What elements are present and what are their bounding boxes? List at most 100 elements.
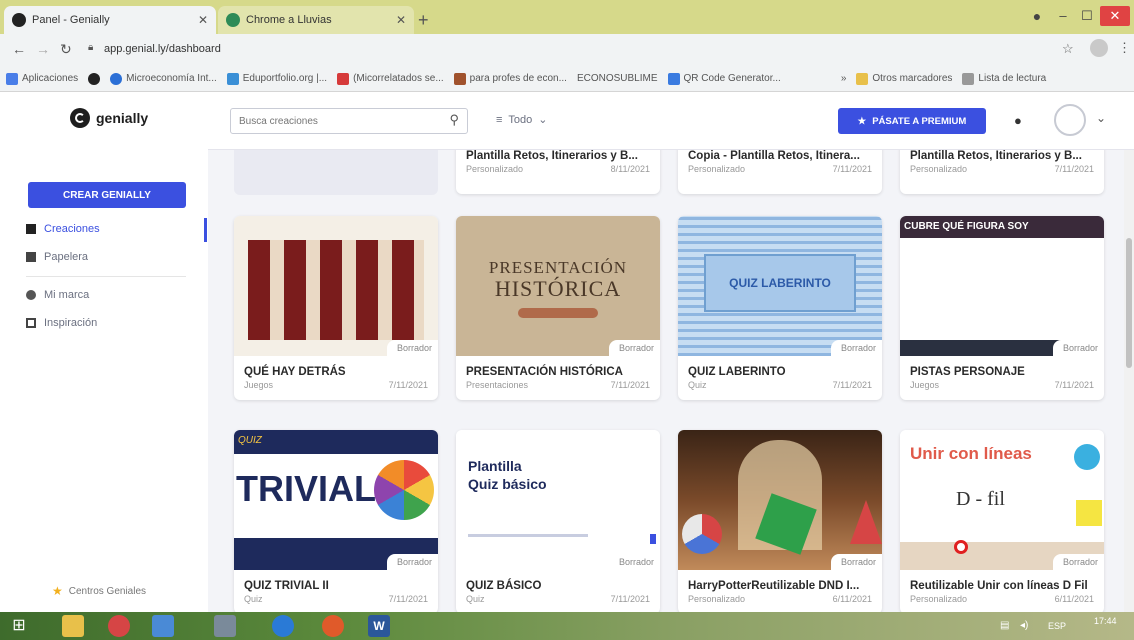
search-icon[interactable]: ⚲: [449, 112, 459, 128]
volume-icon[interactable]: ◂): [1020, 620, 1028, 631]
status-badge: Borrador: [830, 554, 882, 570]
creation-card[interactable]: Plantilla Quiz básico Borrador QUIZ BÁSI…: [456, 430, 660, 612]
card-date: 7/11/2021: [832, 380, 872, 390]
bookmark-folder[interactable]: Otros marcadores: [856, 72, 952, 85]
tab-second[interactable]: Chrome a Lluvias ✕: [218, 6, 414, 34]
bookmark-item[interactable]: »: [841, 73, 847, 84]
word-icon[interactable]: W: [368, 615, 390, 637]
card-meta: Personalizado 6/11/2021: [900, 594, 1104, 612]
bookmark-item[interactable]: para profes de econ...: [453, 72, 567, 85]
language-indicator[interactable]: ESP: [1048, 621, 1066, 631]
file-explorer-icon[interactable]: [62, 615, 84, 637]
creation-card[interactable]: Borrador HarryPotterReutilizable DND I..…: [678, 430, 882, 612]
card-date: 6/11/2021: [832, 594, 872, 604]
tab-genially[interactable]: Panel - Genially ✕: [4, 6, 216, 34]
logo[interactable]: genially: [70, 108, 148, 128]
close-icon[interactable]: ✕: [396, 13, 406, 27]
chrome-icon[interactable]: [108, 615, 130, 637]
bookmark-item[interactable]: Eduportfolio.org |...: [226, 72, 327, 85]
card-type: Personalizado: [688, 594, 746, 604]
card-thumbnail: QUIZ LABERINTO Borrador: [678, 216, 882, 356]
record-icon[interactable]: ●: [1030, 6, 1044, 26]
creation-card[interactable]: Plantilla Retos, Itinerarios y B... Pers…: [900, 150, 1104, 194]
create-genially-button[interactable]: CREAR GENIALLY: [28, 182, 186, 208]
sidebar: genially CREAR GENIALLY Creaciones Papel…: [0, 92, 208, 612]
thumbnail-graphic: D - fil: [956, 488, 1005, 510]
filter-dropdown[interactable]: ≡ Todo ⌄: [496, 113, 548, 127]
back-icon[interactable]: ←: [12, 41, 26, 57]
star-icon[interactable]: ☆: [1062, 41, 1074, 57]
creation-card[interactable]: Unir con líneas D - fil Borrador Reutili…: [900, 430, 1104, 612]
thumbnail-text: Plantilla: [468, 458, 522, 474]
firefox-icon[interactable]: [322, 615, 344, 637]
windows-start-icon[interactable]: ⊞: [8, 615, 30, 637]
bell-icon[interactable]: ●: [1014, 113, 1022, 128]
taskbar-app-icon[interactable]: [214, 615, 236, 637]
reload-icon[interactable]: ↻: [60, 41, 72, 58]
bookmark-item[interactable]: Aplicaciones: [6, 72, 78, 85]
card-title: QUIZ LABERINTO: [688, 366, 786, 378]
menu-dots-icon[interactable]: ⋮: [1118, 40, 1131, 56]
search-input[interactable]: [239, 113, 435, 129]
sidebar-item-inspiracion[interactable]: Inspiración: [26, 317, 97, 329]
thumbnail-text: Quiz básico: [468, 476, 547, 492]
card-title: PISTAS PERSONAJE: [910, 366, 1025, 378]
thumbnail-graphic: [954, 540, 968, 554]
minimize-icon[interactable]: –: [1052, 6, 1074, 26]
avatar[interactable]: [1054, 104, 1086, 136]
card-date: 8/11/2021: [610, 164, 650, 174]
card-type: Presentaciones: [466, 380, 529, 390]
card-type: Personalizado: [466, 164, 524, 174]
creation-card[interactable]: Copia - Plantilla Retos, Itinera... Pers…: [678, 150, 882, 194]
empty-card[interactable]: [234, 150, 438, 195]
forward-icon[interactable]: →: [36, 41, 50, 57]
card-thumbnail: QUIZ TRIVIAL Borrador: [234, 430, 438, 570]
card-thumbnail: Plantilla Quiz básico Borrador: [456, 430, 660, 570]
chevron-down-icon: ⌄: [538, 114, 548, 126]
card-meta: Personalizado 7/11/2021: [900, 164, 1104, 184]
centros-geniales-link[interactable]: ★ Centros Geniales: [52, 584, 146, 598]
creation-card[interactable]: Plantilla Retos, Itinerarios y B... Pers…: [456, 150, 660, 194]
thumbnail-graphic: [248, 240, 424, 340]
creation-card[interactable]: CUBRE QUÉ FIGURA SOY Borrador PISTAS PER…: [900, 216, 1104, 400]
reading-list[interactable]: Lista de lectura: [962, 72, 1046, 85]
page-favicon-icon: [226, 13, 240, 27]
close-window-icon[interactable]: ✕: [1100, 6, 1130, 26]
scrollbar-track[interactable]: [1124, 150, 1134, 612]
chevron-down-icon[interactable]: ⌄: [1096, 111, 1106, 125]
bookmark-item[interactable]: QR Code Generator...: [667, 72, 781, 85]
sidebar-item-creaciones[interactable]: Creaciones: [26, 223, 100, 235]
bookmark-item[interactable]: ECONOSUBLIME: [577, 73, 658, 84]
sidebar-item-label: Creaciones: [44, 223, 100, 235]
creation-card[interactable]: Borrador QUÉ HAY DETRÁS Juegos 7/11/2021: [234, 216, 438, 400]
creation-card[interactable]: QUIZ LABERINTO Borrador QUIZ LABERINTO Q…: [678, 216, 882, 400]
bookmark-item[interactable]: Microeconomía Int...: [110, 72, 217, 85]
thumbnail-graphic: [468, 534, 588, 537]
sidebar-item-mi-marca[interactable]: Mi marca: [26, 289, 89, 301]
premium-label: PÁSATE A PREMIUM: [872, 115, 967, 127]
lock-icon[interactable]: 🔒︎: [88, 42, 93, 53]
card-date: 6/11/2021: [1054, 594, 1094, 604]
bookmark-item[interactable]: [88, 72, 101, 85]
thumbnail-text: Unir con líneas: [910, 444, 1032, 463]
bookmark-item[interactable]: (Micorrelatados se...: [337, 72, 444, 85]
card-thumbnail: Unir con líneas D - fil Borrador: [900, 430, 1104, 570]
genially-favicon-icon: [12, 13, 26, 27]
new-tab-icon[interactable]: +: [418, 10, 429, 31]
clock[interactable]: 17:44: [1094, 616, 1117, 626]
status-badge: Borrador: [608, 554, 660, 570]
thumbnail-text: PRESENTACIÓN: [488, 258, 628, 277]
url-field[interactable]: app.genial.ly/dashboard: [104, 43, 221, 55]
close-icon[interactable]: ✕: [198, 13, 208, 27]
edge-icon[interactable]: [272, 615, 294, 637]
taskbar-app-icon[interactable]: [152, 615, 174, 637]
creation-card[interactable]: QUIZ TRIVIAL Borrador QUIZ TRIVIAL II Qu…: [234, 430, 438, 612]
search-box[interactable]: ⚲: [230, 108, 468, 134]
premium-button[interactable]: ★ PÁSATE A PREMIUM: [838, 108, 986, 134]
keyboard-icon[interactable]: ▤: [1000, 620, 1009, 631]
scrollbar-thumb[interactable]: [1126, 238, 1132, 368]
maximize-icon[interactable]: ☐: [1076, 6, 1098, 26]
profile-icon[interactable]: [1090, 39, 1108, 57]
sidebar-item-papelera[interactable]: Papelera: [26, 251, 88, 263]
creation-card[interactable]: PRESENTACIÓN HISTÓRICA Borrador PRESENTA…: [456, 216, 660, 400]
